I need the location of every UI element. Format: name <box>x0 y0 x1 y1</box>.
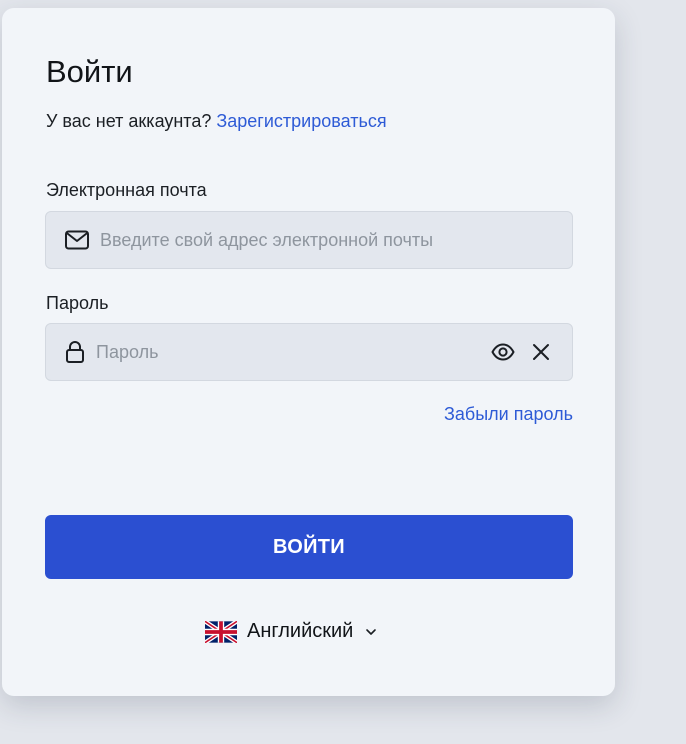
signup-link[interactable]: Зарегистрироваться <box>216 111 386 131</box>
forgot-password-link[interactable]: Забыли пароль <box>444 404 573 425</box>
email-field-container[interactable] <box>45 211 573 269</box>
close-icon[interactable] <box>528 339 554 365</box>
signup-prompt: У вас нет аккаунта? Зарегистрироваться <box>46 111 387 132</box>
page-title: Войти <box>46 54 133 89</box>
lock-icon <box>64 340 86 364</box>
chevron-down-icon <box>365 628 377 636</box>
password-field-container[interactable] <box>45 323 573 381</box>
language-label: Английский <box>247 620 354 642</box>
language-selector[interactable]: Английский <box>205 620 377 643</box>
password-label: Пароль <box>46 293 109 313</box>
mail-icon <box>64 229 90 251</box>
eye-icon[interactable] <box>490 339 516 365</box>
email-input[interactable] <box>100 229 554 251</box>
uk-flag-icon <box>205 620 237 643</box>
no-account-text: У вас нет аккаунта? <box>46 111 212 131</box>
email-label: Электронная почта <box>46 180 207 200</box>
password-input[interactable] <box>96 341 490 363</box>
login-card: Войти У вас нет аккаунта? Зарегистрирова… <box>2 8 615 696</box>
login-button[interactable]: ВОЙТИ <box>45 515 573 579</box>
